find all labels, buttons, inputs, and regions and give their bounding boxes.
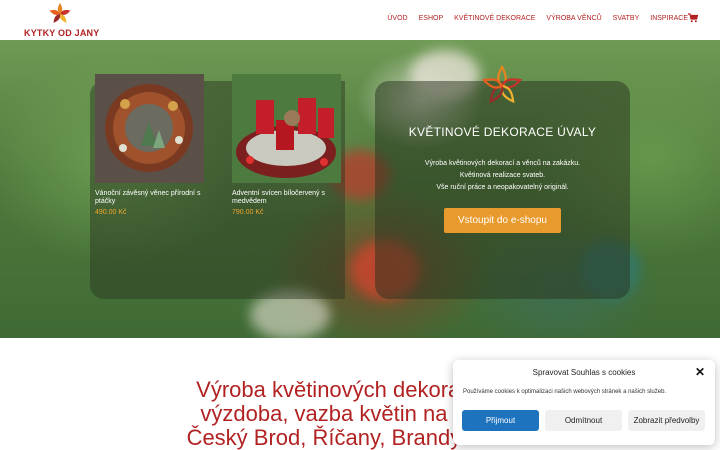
site-logo[interactable]: KYTKY OD JANY [24, 2, 100, 38]
product-card[interactable]: Adventní svícen bíločervený s medvědem 7… [232, 74, 342, 216]
site-header: KYTKY OD JANY ÚVOD ESHOP KVĚTINOVÉ DEKOR… [0, 0, 720, 40]
nav-item-uvod[interactable]: ÚVOD [387, 15, 407, 22]
cookie-consent-banner: Spravovat Souhlas s cookies ✕ Používáme … [453, 360, 715, 445]
shopping-cart-icon[interactable] [688, 13, 698, 23]
nav-item-svatby[interactable]: SVATBY [613, 15, 640, 22]
flower-logo-icon [481, 64, 523, 104]
enter-eshop-button[interactable]: Vstoupit do e-shopu [444, 208, 561, 233]
cookie-preferences-button[interactable]: Zobrazit předvolby [628, 410, 705, 431]
brand-line: Výroba květinových dekorací a věnců na z… [424, 160, 581, 167]
product-price: 790.00 Kč [232, 209, 264, 216]
nav-item-vyroba-vencu[interactable]: VÝROBA VĚNCŮ [546, 15, 601, 22]
nav-item-eshop[interactable]: ESHOP [419, 15, 444, 22]
product-name[interactable]: Vánoční závěsný věnec přírodní s ptáčky [95, 190, 205, 206]
brand-title: KVĚTINOVÉ DEKORACE ÚVALY [408, 125, 597, 139]
accept-cookies-button[interactable]: Přijmout [462, 410, 539, 431]
product-image-candle[interactable] [232, 74, 341, 183]
flower-logo-icon [49, 3, 71, 23]
nav-item-inspirace[interactable]: INSPIRACE [650, 15, 688, 22]
brand-line: Květinová realizace svateb. [459, 172, 546, 179]
deny-cookies-button[interactable]: Odmítnout [545, 410, 622, 431]
cookie-title: Spravovat Souhlas s cookies [532, 368, 636, 377]
main-nav: ÚVOD ESHOP KVĚTINOVÉ DEKORACE VÝROBA VĚN… [376, 15, 688, 22]
cookie-text: Používáme cookies k optimalizaci našich … [463, 389, 667, 395]
brand-description: Výroba květinových dekorací a věnců na z… [375, 158, 630, 194]
product-image-wreath[interactable] [95, 74, 204, 183]
product-card[interactable]: Vánoční závěsný věnec přírodní s ptáčky … [95, 74, 205, 216]
brand-line: Vše ruční práce a neopakovatelný originá… [436, 184, 569, 191]
nav-item-kvetinove-dekorace[interactable]: KVĚTINOVÉ DEKORACE [454, 15, 535, 22]
product-name[interactable]: Adventní svícen bíločervený s medvědem [232, 190, 342, 206]
close-icon[interactable]: ✕ [695, 366, 705, 378]
logo-text: KYTKY OD JANY [24, 28, 100, 38]
product-price: 490.00 Kč [95, 209, 127, 216]
